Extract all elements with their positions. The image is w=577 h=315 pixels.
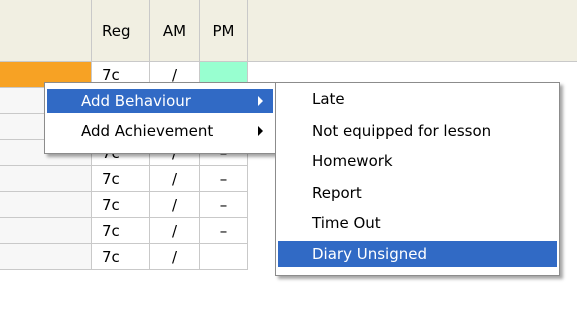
menu-item-add-achievement[interactable]: Add Achievement: [47, 119, 273, 143]
submenu-item-not-equipped[interactable]: Not equipped for lesson: [278, 119, 557, 143]
table-row-5-am[interactable]: /: [150, 192, 200, 218]
submenu-arrow-icon: [258, 96, 263, 106]
submenu-item-time-out[interactable]: Time Out: [278, 211, 557, 235]
menu-item-add-behaviour[interactable]: Add Behaviour: [47, 89, 273, 113]
submenu-item-report[interactable]: Report: [278, 181, 557, 205]
table-row-7-reg[interactable]: 7c: [92, 244, 150, 270]
menu-item-label: Add Achievement: [81, 122, 214, 140]
table-row-6-name[interactable]: [0, 218, 92, 244]
submenu-item-label: Time Out: [312, 214, 381, 232]
table-row-4-reg[interactable]: 7c: [92, 166, 150, 192]
header-blank: [0, 0, 92, 62]
table-row-6-am[interactable]: /: [150, 218, 200, 244]
table-row-4-name[interactable]: [0, 166, 92, 192]
submenu-item-label: Late: [312, 90, 345, 108]
menu-item-label: Add Behaviour: [81, 92, 191, 110]
table-row-5-pm[interactable]: –: [200, 192, 248, 218]
table-row-7-name[interactable]: [0, 244, 92, 270]
table-row-7-pm[interactable]: [200, 244, 248, 270]
behaviour-submenu: Late Not equipped for lesson Homework Re…: [275, 82, 560, 276]
table-row-6-pm[interactable]: –: [200, 218, 248, 244]
context-menu: Add Behaviour Add Achievement: [44, 82, 276, 154]
header-am[interactable]: AM: [150, 0, 200, 62]
submenu-item-label: Not equipped for lesson: [312, 122, 492, 140]
submenu-item-late[interactable]: Late: [278, 87, 557, 111]
table-row-5-name[interactable]: [0, 192, 92, 218]
header-filler: [248, 0, 577, 62]
table-row-6-reg[interactable]: 7c: [92, 218, 150, 244]
submenu-item-label: Homework: [312, 152, 393, 170]
submenu-item-homework[interactable]: Homework: [278, 149, 557, 173]
table-row-7-am[interactable]: /: [150, 244, 200, 270]
header-reg[interactable]: Reg: [92, 0, 150, 62]
table-row-4-am[interactable]: /: [150, 166, 200, 192]
table-row-4-pm[interactable]: –: [200, 166, 248, 192]
submenu-item-diary-unsigned[interactable]: Diary Unsigned: [278, 241, 557, 267]
submenu-item-label: Diary Unsigned: [312, 245, 427, 263]
table-row-5-reg[interactable]: 7c: [92, 192, 150, 218]
submenu-item-label: Report: [312, 184, 362, 202]
submenu-arrow-icon: [258, 126, 263, 136]
header-pm[interactable]: PM: [200, 0, 248, 62]
